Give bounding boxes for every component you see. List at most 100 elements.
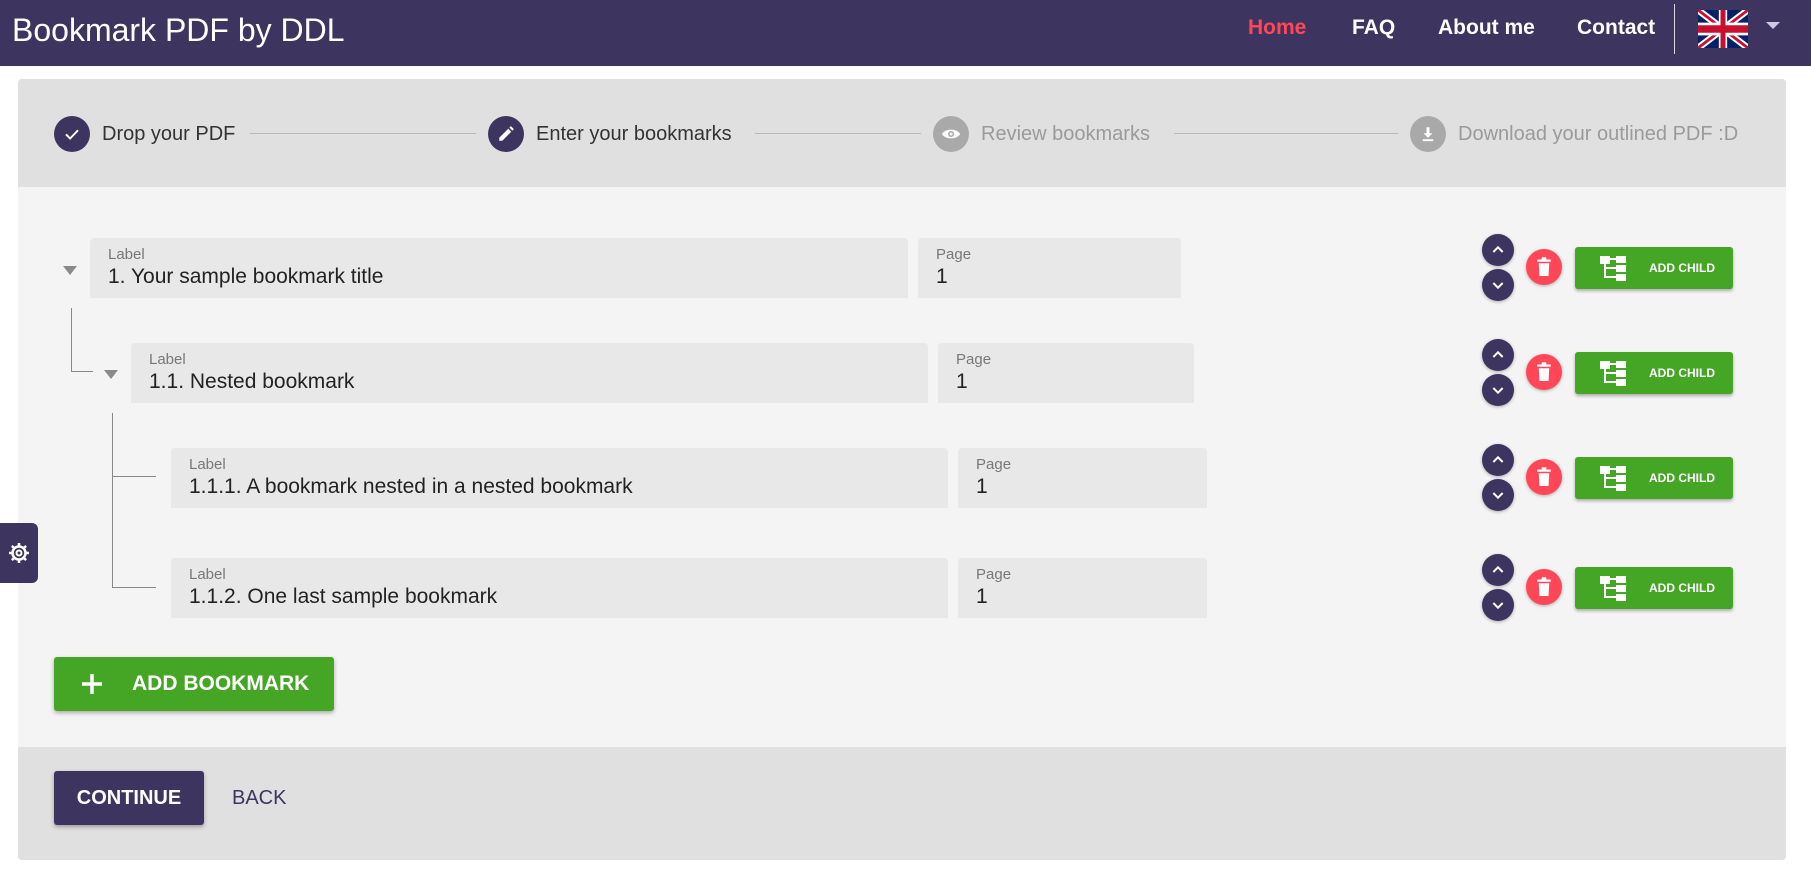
chevron-down-icon [1492, 387, 1504, 395]
field-value: 1 [956, 370, 968, 393]
bookmark-page-field[interactable]: Page 1 [918, 238, 1181, 298]
chevron-down-icon [1492, 492, 1504, 500]
move-up-button[interactable] [1482, 339, 1514, 371]
move-down-button[interactable] [1482, 374, 1514, 406]
field-value: 1.1.2. One last sample bookmark [189, 585, 498, 608]
field-caption: Page [936, 246, 972, 263]
hierarchy-icon [1600, 576, 1626, 601]
add-child-label: ADD CHILD [1649, 366, 1715, 380]
hierarchy-icon [1600, 361, 1626, 386]
field-caption: Label [149, 351, 186, 368]
field-caption: Page [976, 566, 1012, 583]
field-caption: Label [189, 566, 226, 583]
field-value: 1.1. Nested bookmark [149, 370, 355, 393]
add-child-label: ADD CHILD [1649, 261, 1715, 275]
tree-connector [112, 587, 156, 588]
add-child-button[interactable]: ADD CHILD [1575, 567, 1733, 609]
add-child-button[interactable]: ADD CHILD [1575, 247, 1733, 289]
delete-button[interactable] [1526, 249, 1562, 285]
bookmark-page-field[interactable]: Page 1 [938, 343, 1194, 403]
stepper-card: Drop your PDF Enter your bookmarks Revie… [18, 79, 1786, 860]
nav-divider [1674, 4, 1675, 54]
eye-icon [933, 116, 969, 152]
tree-connector [71, 308, 72, 372]
nav-about-me[interactable]: About me [1438, 0, 1535, 56]
chevron-down-icon [1492, 602, 1504, 610]
chevron-down-icon [1492, 282, 1504, 290]
field-value: 1 [976, 475, 988, 498]
move-up-button[interactable] [1482, 554, 1514, 586]
field-caption: Page [976, 456, 1012, 473]
add-child-button[interactable]: ADD CHILD [1575, 457, 1733, 499]
tree-connector [71, 371, 93, 372]
bookmark-label-field[interactable]: Label 1.1.2. One last sample bookmark [171, 558, 948, 618]
chevron-up-icon [1492, 565, 1504, 573]
download-icon [1410, 116, 1446, 152]
chevron-up-icon [1492, 350, 1504, 358]
step-enter-bookmarks[interactable]: Enter your bookmarks [488, 115, 732, 153]
trash-icon [1537, 577, 1551, 596]
step-connector [755, 133, 921, 134]
trash-icon [1537, 257, 1551, 276]
add-child-label: ADD CHILD [1649, 471, 1715, 485]
plus-icon [82, 674, 102, 694]
step-label: Enter your bookmarks [536, 122, 732, 145]
field-value: 1 [976, 585, 988, 608]
move-up-button[interactable] [1482, 444, 1514, 476]
delete-button[interactable] [1526, 354, 1562, 390]
tree-connector [112, 476, 156, 477]
nav-contact[interactable]: Contact [1577, 0, 1655, 56]
uk-flag-icon[interactable] [1698, 10, 1748, 48]
collapse-toggle-icon[interactable] [63, 266, 77, 275]
tree-connector [112, 413, 113, 588]
field-value: 1. Your sample bookmark title [108, 265, 384, 288]
step-connector [1174, 133, 1398, 134]
delete-button[interactable] [1526, 459, 1562, 495]
field-value: 1 [936, 265, 948, 288]
continue-button[interactable]: CONTINUE [54, 771, 204, 825]
top-bar: Bookmark PDF by DDL Home FAQ About me Co… [0, 0, 1811, 66]
step-review-bookmarks[interactable]: Review bookmarks [933, 115, 1150, 153]
bookmark-label-field[interactable]: Label 1. Your sample bookmark title [90, 238, 908, 298]
add-child-button[interactable]: ADD CHILD [1575, 352, 1733, 394]
chevron-up-icon [1492, 245, 1504, 253]
settings-side-tab[interactable] [0, 523, 38, 583]
back-button[interactable]: BACK [232, 771, 286, 825]
field-caption: Label [108, 246, 145, 263]
brand-title[interactable]: Bookmark PDF by DDL [12, 10, 345, 50]
step-label: Download your outlined PDF :D [1458, 122, 1739, 145]
trash-icon [1537, 467, 1551, 486]
move-up-button[interactable] [1482, 234, 1514, 266]
move-down-button[interactable] [1482, 589, 1514, 621]
gear-icon [9, 543, 29, 563]
step-connector [250, 133, 476, 134]
chevron-up-icon [1492, 455, 1504, 463]
nav-faq[interactable]: FAQ [1352, 0, 1395, 56]
step-label: Drop your PDF [102, 122, 236, 145]
step-drop-pdf[interactable]: Drop your PDF [54, 115, 235, 153]
stepper-footer: CONTINUE BACK [18, 747, 1786, 860]
field-caption: Page [956, 351, 992, 368]
hierarchy-icon [1600, 466, 1626, 491]
nav-home[interactable]: Home [1248, 0, 1306, 56]
bookmark-label-field[interactable]: Label 1.1.1. A bookmark nested in a nest… [171, 448, 948, 508]
step-download-pdf[interactable]: Download your outlined PDF :D [1410, 115, 1738, 153]
pencil-icon [488, 116, 524, 152]
delete-button[interactable] [1526, 569, 1562, 605]
trash-icon [1537, 362, 1551, 381]
collapse-toggle-icon[interactable] [104, 370, 118, 379]
add-bookmark-button[interactable]: ADD BOOKMARK [54, 657, 334, 711]
add-child-label: ADD CHILD [1649, 581, 1715, 595]
hierarchy-icon [1600, 256, 1626, 281]
bookmark-label-field[interactable]: Label 1.1. Nested bookmark [131, 343, 928, 403]
step-label: Review bookmarks [981, 122, 1150, 145]
stepper-header: Drop your PDF Enter your bookmarks Revie… [18, 79, 1786, 187]
move-down-button[interactable] [1482, 269, 1514, 301]
field-value: 1.1.1. A bookmark nested in a nested boo… [189, 475, 633, 498]
language-dropdown-icon[interactable] [1766, 22, 1780, 29]
field-caption: Label [189, 456, 226, 473]
add-bookmark-label: ADD BOOKMARK [132, 672, 310, 695]
bookmark-page-field[interactable]: Page 1 [958, 558, 1207, 618]
bookmark-page-field[interactable]: Page 1 [958, 448, 1207, 508]
move-down-button[interactable] [1482, 479, 1514, 511]
